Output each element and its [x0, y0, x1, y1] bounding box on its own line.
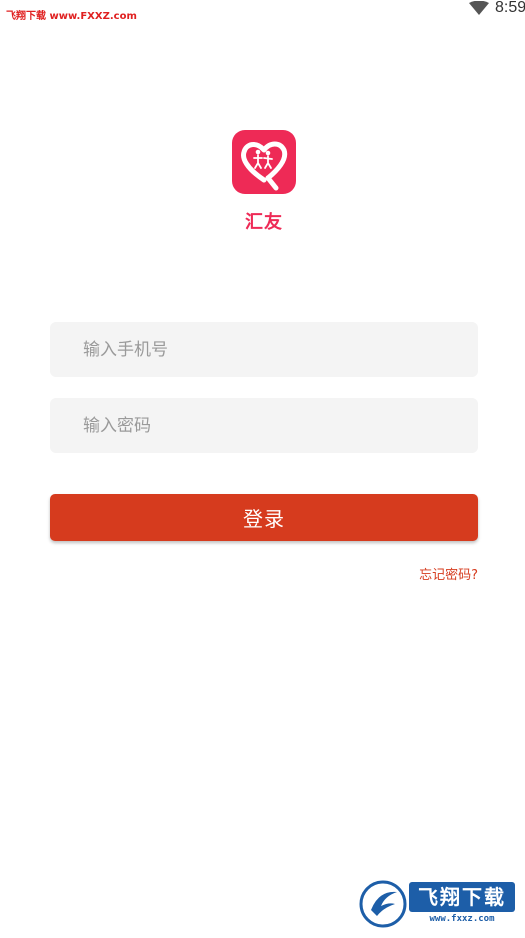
app-logo	[232, 130, 296, 194]
watermark-text: 飞翔下载 www.FXXZ.com	[6, 11, 137, 22]
password-input[interactable]	[50, 398, 478, 453]
password-field[interactable]	[50, 398, 478, 453]
app-name: 汇友	[245, 212, 283, 233]
status-bar: 飞翔下载 www.FXXZ.com 8:59	[0, 0, 525, 28]
status-time: 8:59	[495, 0, 525, 16]
heart-couple-icon	[241, 141, 288, 191]
watermark-logo-icon	[359, 880, 407, 928]
phone-input[interactable]	[50, 322, 478, 377]
login-button[interactable]: 登录	[50, 494, 478, 541]
forgot-password-link[interactable]: 忘记密码?	[419, 564, 478, 583]
watermark-url: www.fxxz.com	[429, 914, 495, 924]
bottom-watermark: 飞翔下载 www.fxxz.com	[359, 880, 515, 928]
wifi-icon	[469, 1, 489, 15]
watermark-title: 飞翔下载	[409, 882, 515, 912]
phone-field[interactable]	[50, 322, 478, 377]
